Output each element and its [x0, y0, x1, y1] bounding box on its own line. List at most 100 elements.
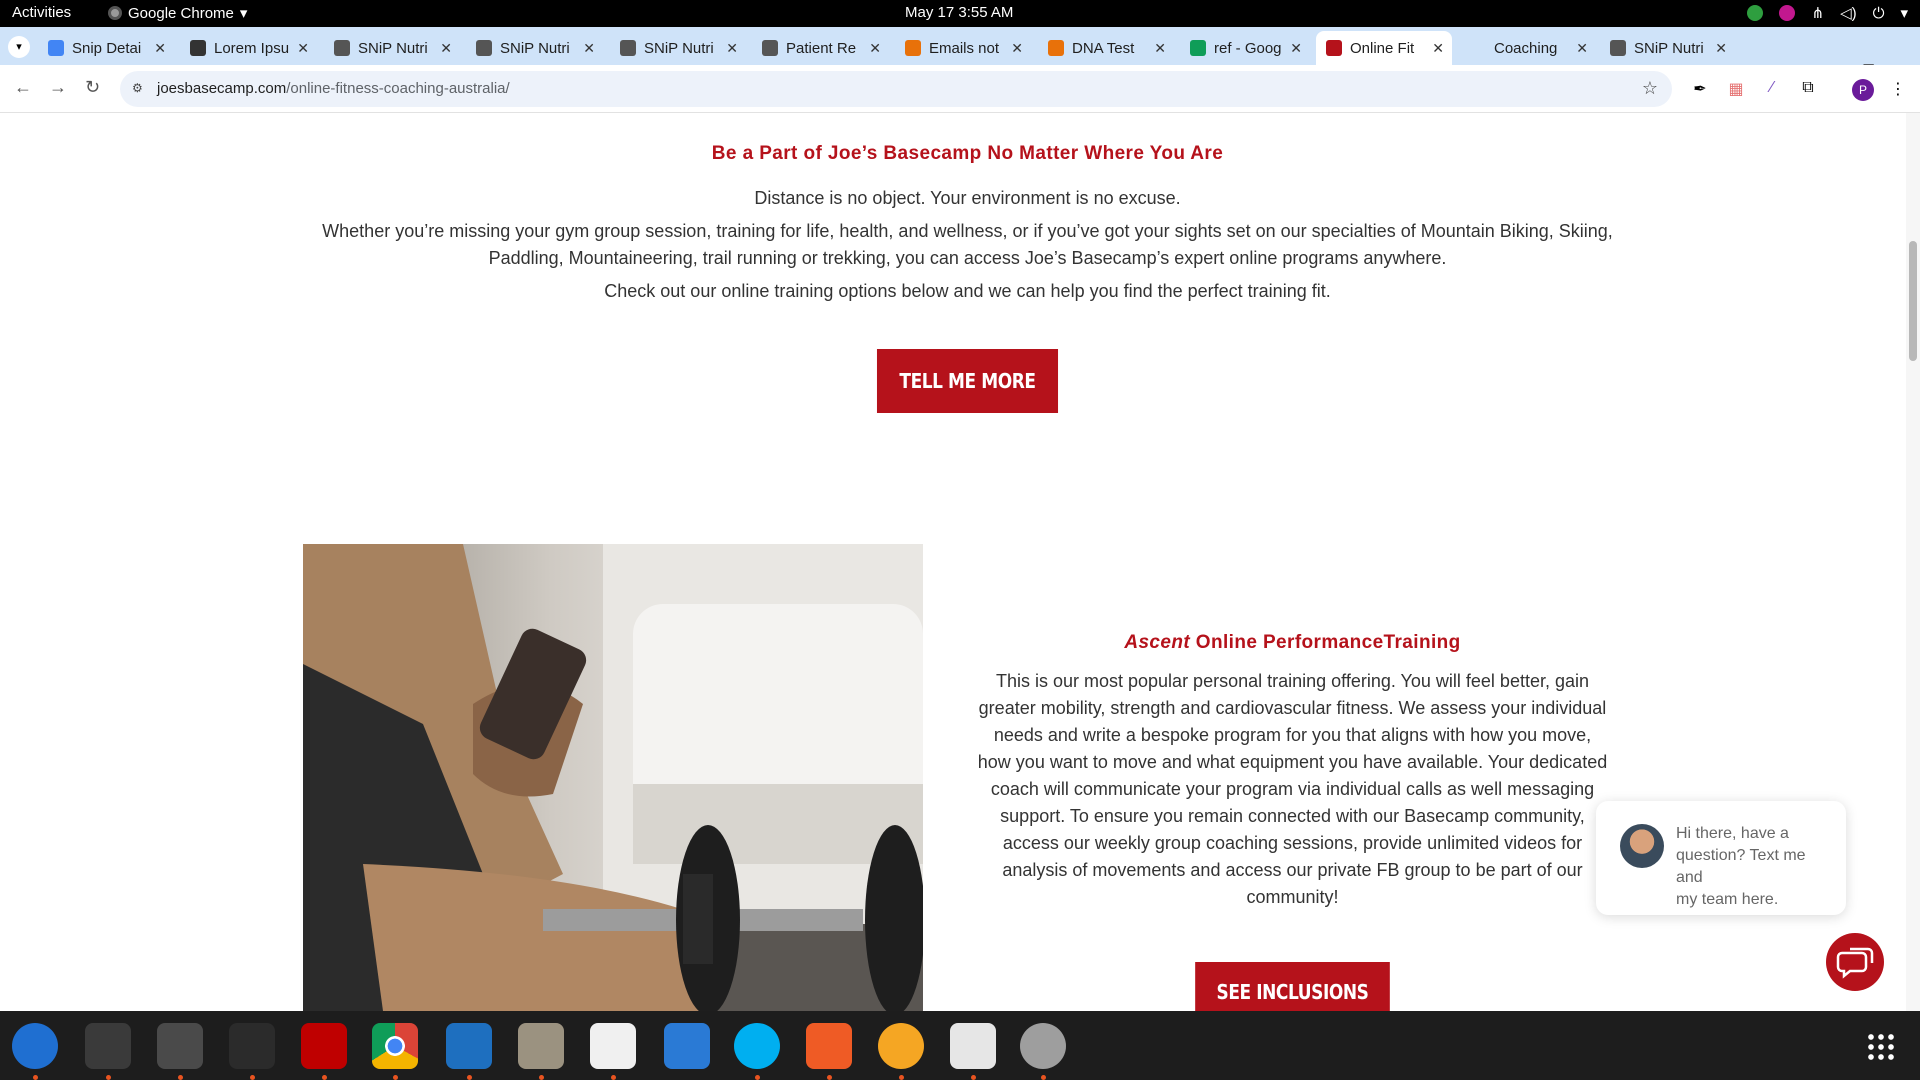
tab-9[interactable]: Online Fit ✕: [1316, 31, 1452, 65]
chrome-icon[interactable]: [372, 1023, 418, 1080]
calendar-extension-icon[interactable]: ▦: [1726, 79, 1746, 99]
ascent-body-line: greater mobility, strength and cardiovas…: [978, 698, 1607, 718]
snip-icon: [334, 40, 350, 56]
blender-fire-icon[interactable]: [878, 1023, 924, 1080]
back-button[interactable]: ←: [14, 77, 32, 98]
tab-7[interactable]: DNA Test ✕: [1038, 31, 1174, 65]
tab-close-icon[interactable]: ✕: [1290, 40, 1302, 57]
lips-icon: [1326, 40, 1342, 56]
scrollbar-thumb[interactable]: [1909, 241, 1917, 361]
tab-title: DNA Test: [1072, 39, 1135, 57]
tab-close-icon[interactable]: ✕: [1432, 40, 1444, 57]
reload-button[interactable]: ↻: [85, 77, 100, 98]
tab-close-icon[interactable]: ✕: [1011, 40, 1023, 57]
text-editor-icon[interactable]: [590, 1023, 636, 1080]
tab-close-icon[interactable]: ✕: [1576, 40, 1588, 57]
mail-icon: [905, 40, 921, 56]
tab-title: SNiP Nutri: [644, 39, 714, 57]
intro-line-3: Check out our online training options be…: [604, 281, 1331, 301]
shield-check-icon[interactable]: [1747, 5, 1764, 21]
blank-icon: [1470, 40, 1486, 56]
filezilla-icon[interactable]: [301, 1023, 347, 1080]
activities-button[interactable]: Activities: [12, 4, 71, 21]
tab-title: ref - Goog: [1214, 39, 1282, 57]
snip-icon: [620, 40, 636, 56]
tell-me-more-button[interactable]: TELL ME MORE: [876, 349, 1059, 413]
tab-3[interactable]: SNiP Nutri ✕: [466, 31, 603, 65]
system-tray[interactable]: ⋔ ◁) ⏻ ▾: [1747, 4, 1908, 22]
vscode-icon[interactable]: [446, 1023, 492, 1080]
page-scrollbar[interactable]: [1906, 113, 1920, 1011]
show-applications-icon[interactable]: [1866, 1032, 1896, 1062]
chat-greeting-bubble[interactable]: Hi there, have a question? Text me and m…: [1596, 801, 1846, 915]
bookmark-star-icon[interactable]: ☆: [1642, 78, 1658, 99]
libreoffice-writer-icon[interactable]: [664, 1023, 710, 1069]
tab-close-icon[interactable]: ✕: [154, 40, 166, 57]
tab-close-icon[interactable]: ✕: [1715, 40, 1727, 57]
app-menu[interactable]: Google Chrome ▾: [108, 4, 247, 22]
tab-close-icon[interactable]: ✕: [726, 40, 738, 57]
network-icon[interactable]: ⋔: [1811, 4, 1824, 22]
tab-close-icon[interactable]: ✕: [1154, 40, 1166, 57]
ascent-body-line: how you want to move and what equipment …: [977, 752, 1608, 772]
eyedropper-extension-icon[interactable]: ✒: [1690, 79, 1710, 99]
calculator-icon[interactable]: [157, 1023, 203, 1080]
tab-search-button[interactable]: ▾: [8, 36, 30, 58]
tab-4[interactable]: SNiP Nutri ✕: [610, 31, 746, 65]
power-icon[interactable]: ⏻: [1873, 5, 1885, 22]
app-indicator-icon[interactable]: [1779, 5, 1796, 21]
profile-avatar[interactable]: P: [1852, 79, 1874, 101]
chevron-down-icon[interactable]: ▾: [1900, 4, 1908, 22]
section-heading: Be a Part of Joe’s Basecamp No Matter Wh…: [711, 143, 1224, 164]
thunderbird-icon[interactable]: [12, 1023, 58, 1080]
tab-close-icon[interactable]: ✕: [440, 40, 452, 57]
tab-title: Patient Re: [786, 39, 857, 57]
tab-strip: ▾ Snip Detai ✕ Lorem Ipsu ✕ SNiP Nutri ✕ SNiP …: [0, 27, 1920, 82]
postman-icon[interactable]: [806, 1023, 852, 1080]
ubuntu-dock: [0, 1011, 1920, 1080]
clock[interactable]: May 17 3:55 AM: [905, 4, 1013, 21]
forward-button[interactable]: →: [49, 77, 67, 98]
tab-0[interactable]: Snip Detai ✕: [38, 31, 174, 65]
tab-close-icon[interactable]: ✕: [869, 40, 881, 57]
tab-5[interactable]: Patient Re ✕: [752, 31, 889, 65]
tab-1[interactable]: Lorem Ipsu ✕: [180, 31, 317, 65]
ascent-heading-italic: Ascent: [1124, 632, 1191, 653]
terminal-icon[interactable]: [85, 1023, 131, 1080]
person-with-dumbbell-image: [303, 544, 923, 1011]
chat-line-1: Hi there, have a: [1676, 825, 1789, 842]
document-viewer-icon[interactable]: [950, 1023, 996, 1080]
tab-close-icon[interactable]: ✕: [297, 40, 309, 57]
files-icon[interactable]: [518, 1023, 564, 1080]
menu-kebab-icon[interactable]: ⋮: [1888, 79, 1908, 99]
chat-launcher-button[interactable]: [1826, 933, 1884, 991]
tab-10[interactable]: Coaching ✕: [1460, 31, 1596, 65]
address-bar[interactable]: ⚙ joesbasecamp.com/online-fitness-coachi…: [120, 71, 1672, 107]
tab-2[interactable]: SNiP Nutri ✕: [324, 31, 460, 65]
browser-toolbar: ← → ↻ ⚙ joesbasecamp.com/online-fitness-…: [0, 65, 1920, 113]
extensions-puzzle-icon[interactable]: ⧉: [1798, 79, 1818, 99]
skype-icon[interactable]: [734, 1023, 780, 1080]
see-inclusions-button[interactable]: SEE INCLUSIONS: [1195, 962, 1390, 1011]
ascent-body-line: analysis of movements and access our pri…: [1002, 860, 1583, 880]
site-info-icon[interactable]: ⚙: [132, 81, 148, 97]
chat-greeting-text: Hi there, have a question? Text me and m…: [1676, 823, 1836, 911]
tab-title: Online Fit: [1350, 39, 1415, 57]
ascent-heading: Ascent Online PerformanceTraining: [985, 632, 1600, 654]
intro-line-1: Distance is no object. Your environment …: [754, 188, 1181, 208]
tab-title: Snip Detai: [72, 39, 142, 57]
tab-6[interactable]: Emails not ✕: [895, 31, 1031, 65]
docs-icon: [48, 40, 64, 56]
tab-8[interactable]: ref - Goog ✕: [1180, 31, 1310, 65]
tab-close-icon[interactable]: ✕: [583, 40, 595, 57]
tab-11[interactable]: SNiP Nutri ✕: [1600, 31, 1735, 65]
tab-title: SNiP Nutri: [358, 39, 428, 57]
pen-extension-icon[interactable]: ⁄: [1762, 79, 1782, 99]
sheets-icon: [1190, 40, 1206, 56]
disk-icon[interactable]: [1020, 1023, 1066, 1080]
volume-icon[interactable]: ◁): [1840, 4, 1857, 22]
ascent-heading-rest: Online PerformanceTraining: [1190, 632, 1461, 653]
url-text[interactable]: joesbasecamp.com/online-fitness-coaching…: [157, 80, 510, 97]
system-monitor-icon[interactable]: [229, 1023, 275, 1080]
snip-icon: [476, 40, 492, 56]
